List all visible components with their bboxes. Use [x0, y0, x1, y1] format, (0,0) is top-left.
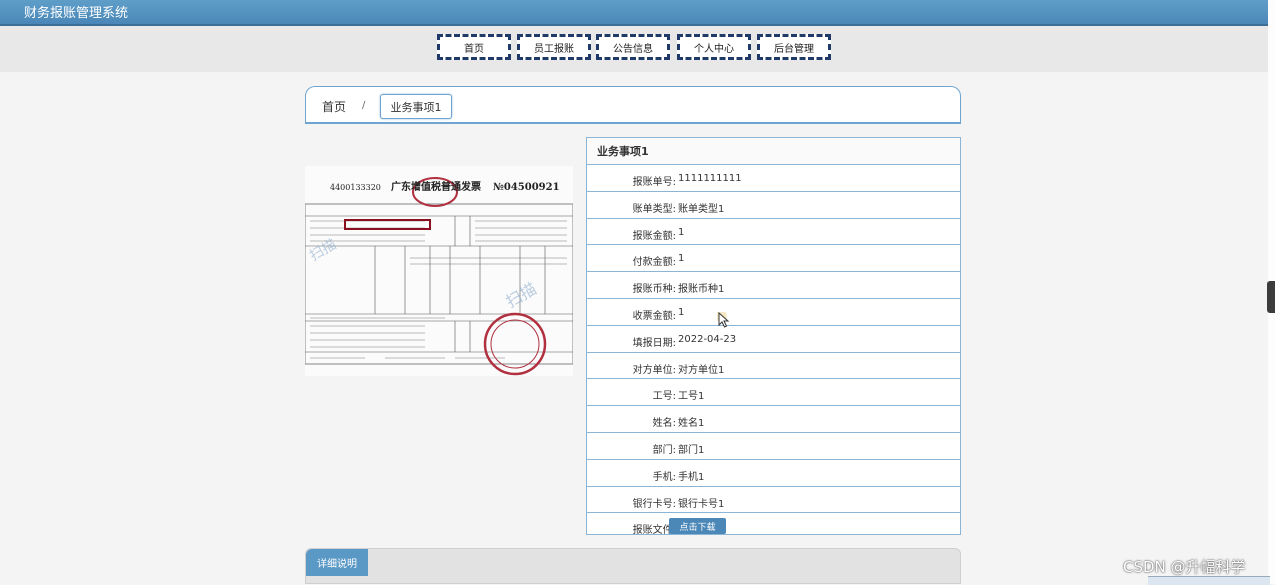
- description-section: 详细说明: [305, 548, 961, 584]
- field-row-bill-number: 报账单号: 1111111111: [587, 165, 960, 192]
- field-label: 对方单位:: [632, 364, 676, 376]
- field-row-counterparty: 对方单位: 对方单位1: [587, 353, 960, 380]
- field-label: 报账金额:: [632, 230, 676, 242]
- detail-title: 业务事项1: [587, 138, 960, 165]
- field-value: 账单类型1: [678, 203, 725, 215]
- description-tab[interactable]: 详细说明: [306, 549, 368, 576]
- svg-text:扫描: 扫描: [503, 279, 540, 311]
- nav-admin[interactable]: 后台管理: [757, 34, 831, 60]
- field-row-phone: 手机: 手机1: [587, 460, 960, 487]
- mouse-cursor-icon: [717, 312, 730, 328]
- field-row-employee-id: 工号: 工号1: [587, 379, 960, 407]
- breadcrumb-current: 业务事项1: [380, 94, 452, 119]
- breadcrumb: 首页 / 业务事项1: [305, 86, 961, 124]
- field-row-name: 姓名: 姓名1: [587, 406, 960, 433]
- top-header-bar: 财务报账管理系统: [0, 0, 1268, 26]
- invoice-title: 广东增值税普通发票: [391, 182, 481, 193]
- field-value: 姓名1: [678, 418, 705, 430]
- field-value: 2022-04-23: [678, 333, 737, 345]
- field-value: 1: [678, 226, 685, 238]
- field-label: 银行卡号:: [632, 498, 676, 510]
- field-label: 姓名:: [652, 418, 676, 430]
- nav-home[interactable]: 首页: [437, 34, 511, 60]
- field-row-currency: 报账币种: 报账币种1: [587, 272, 960, 299]
- invoice-number: 4400133320: [330, 183, 381, 192]
- field-label: 报账币种:: [632, 284, 676, 296]
- breadcrumb-home-link[interactable]: 首页: [322, 98, 346, 115]
- field-row-payment-amount: 付款金额: 1: [587, 245, 960, 273]
- field-row-fill-date: 填报日期: 2022-04-23: [587, 326, 960, 353]
- invoice-graphic: 扫描 扫描: [305, 177, 573, 376]
- field-label: 账单类型:: [632, 203, 676, 215]
- app-title: 财务报账管理系统: [24, 6, 129, 21]
- detail-panel: 业务事项1 报账单号: 1111111111 账单类型: 账单类型1 报账金额: 1 …: [586, 137, 961, 536]
- invoice-code: №04500921: [493, 182, 560, 193]
- side-handle[interactable]: [1267, 281, 1275, 313]
- field-row-reimbursement-amount: 报账金额: 1: [587, 219, 960, 246]
- field-value: 1: [678, 306, 685, 318]
- field-value: 1: [678, 253, 685, 265]
- field-label: 收票金额:: [632, 310, 676, 322]
- field-value: 手机1: [678, 471, 705, 483]
- nav-personal-center[interactable]: 个人中心: [677, 34, 751, 60]
- field-row-department: 部门: 部门1: [587, 433, 960, 460]
- field-label: 手机:: [652, 471, 676, 483]
- field-label: 报账单号:: [632, 177, 676, 188]
- field-value: 银行卡号1: [678, 498, 725, 510]
- watermark: CSDN @升幅科学: [1123, 558, 1246, 576]
- nav-announcements[interactable]: 公告信息: [596, 34, 670, 60]
- field-value: 工号1: [678, 391, 705, 403]
- field-label: 付款金额:: [632, 257, 676, 269]
- field-row-invoice-amount: 收票金额: 1: [587, 299, 960, 326]
- field-row-bank-card: 银行卡号: 银行卡号1: [587, 487, 960, 514]
- field-row-bill-type: 账单类型: 账单类型1: [587, 192, 960, 219]
- nav-employee-reimbursement[interactable]: 员工报账: [517, 34, 591, 60]
- field-row-file: 报账文件: 点击下载: [587, 513, 960, 540]
- field-label: 填报日期:: [632, 337, 676, 349]
- breadcrumb-separator: /: [362, 100, 366, 111]
- field-value: 1111111111: [678, 173, 742, 184]
- field-label: 工号:: [652, 391, 676, 403]
- field-value: 部门1: [678, 444, 705, 456]
- field-value: 对方单位1: [678, 364, 725, 376]
- field-value: 报账币种1: [678, 284, 725, 296]
- download-button[interactable]: 点击下载: [669, 518, 726, 535]
- field-label: 部门:: [652, 444, 676, 456]
- invoice-image: 扫描 扫描 4400133320 广东增值税普通发票 №04500921: [305, 166, 573, 376]
